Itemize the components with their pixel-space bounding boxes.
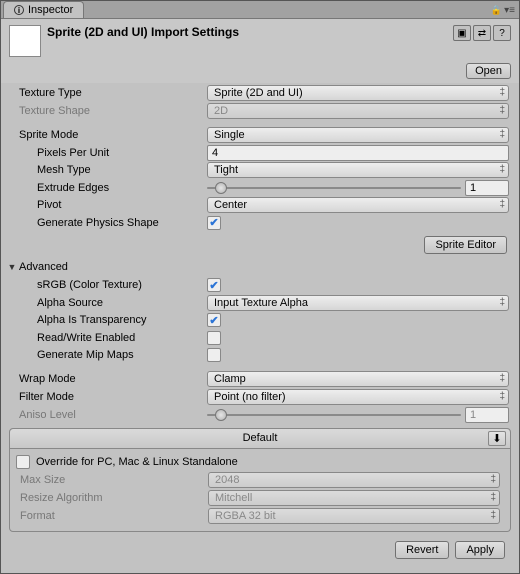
aniso-field: 1 — [465, 407, 509, 423]
header-help-icon[interactable]: ? — [493, 25, 511, 41]
advanced-foldout[interactable]: ▼ Advanced — [7, 261, 68, 273]
asset-title: Sprite (2D and UI) Import Settings — [47, 25, 447, 39]
alpha-transparency-label: Alpha Is Transparency — [7, 314, 207, 326]
chevron-down-icon: ▼ — [7, 262, 17, 272]
maxsize-label: Max Size — [16, 474, 208, 486]
wrap-mode-dropdown[interactable]: Clamp — [207, 371, 509, 387]
tab-menu-icon[interactable]: ▾≡ — [504, 5, 515, 16]
download-icon[interactable]: ⬇ — [488, 431, 506, 446]
advanced-label: Advanced — [19, 261, 68, 273]
tabbar-actions: 🔒 ▾≡ — [491, 1, 515, 19]
format-label: Format — [16, 510, 208, 522]
inspector-window: i Inspector 🔒 ▾≡ Sprite (2D and UI) Impo… — [0, 0, 520, 574]
platform-tabs: Default ⬇ — [10, 429, 510, 449]
tab-bar: i Inspector 🔒 ▾≡ — [1, 1, 519, 19]
texture-shape-dropdown: 2D — [207, 103, 509, 119]
tab-label: Inspector — [28, 4, 73, 16]
wrap-mode-label: Wrap Mode — [7, 373, 207, 385]
platform-box: Default ⬇ Override for PC, Mac & Linux S… — [9, 428, 511, 532]
apply-button[interactable]: Apply — [455, 541, 505, 559]
asset-thumbnail — [9, 25, 41, 57]
header-prefab-icon[interactable]: ⇄ — [473, 25, 491, 41]
override-label: Override for PC, Mac & Linux Standalone — [36, 456, 238, 468]
header-icon-group: ▣ ⇄ ? — [453, 25, 511, 41]
pivot-label: Pivot — [7, 199, 207, 211]
pixels-per-unit-label: Pixels Per Unit — [7, 147, 207, 159]
srgb-checkbox[interactable]: ✔ — [207, 278, 221, 292]
readwrite-checkbox[interactable] — [207, 331, 221, 345]
extrude-edges-field[interactable]: 1 — [465, 180, 509, 196]
mipmap-checkbox[interactable] — [207, 348, 221, 362]
aniso-label: Aniso Level — [7, 409, 207, 421]
tab-inspector[interactable]: i Inspector — [3, 1, 84, 18]
filter-mode-dropdown[interactable]: Point (no filter) — [207, 389, 509, 405]
open-row: Open — [1, 61, 519, 83]
extrude-edges-slider[interactable] — [207, 180, 461, 196]
footer: Revert Apply — [7, 533, 513, 567]
open-button[interactable]: Open — [466, 63, 511, 79]
platform-tab-default[interactable]: Default — [243, 432, 278, 444]
generate-physics-checkbox[interactable]: ✔ — [207, 216, 221, 230]
maxsize-dropdown: 2048 — [208, 472, 500, 488]
readwrite-label: Read/Write Enabled — [7, 332, 207, 344]
alpha-transparency-checkbox[interactable]: ✔ — [207, 313, 221, 327]
info-icon: i — [14, 5, 24, 15]
generate-physics-label: Generate Physics Shape — [7, 217, 207, 229]
extrude-edges-label: Extrude Edges — [7, 182, 207, 194]
asset-header: Sprite (2D and UI) Import Settings ▣ ⇄ ? — [1, 19, 519, 61]
mesh-type-label: Mesh Type — [7, 164, 207, 176]
lock-icon[interactable]: 🔒 — [491, 5, 502, 16]
texture-type-dropdown[interactable]: Sprite (2D and UI) — [207, 85, 509, 101]
filter-mode-label: Filter Mode — [7, 391, 207, 403]
pixels-per-unit-field[interactable]: 4 — [207, 145, 509, 161]
aniso-slider — [207, 407, 461, 423]
alpha-source-dropdown[interactable]: Input Texture Alpha — [207, 295, 509, 311]
sprite-mode-label: Sprite Mode — [7, 129, 207, 141]
resize-dropdown: Mitchell — [208, 490, 500, 506]
resize-label: Resize Algorithm — [16, 492, 208, 504]
sprite-mode-dropdown[interactable]: Single — [207, 127, 509, 143]
mipmap-label: Generate Mip Maps — [7, 349, 207, 361]
mesh-type-dropdown[interactable]: Tight — [207, 162, 509, 178]
sprite-editor-button[interactable]: Sprite Editor — [424, 236, 507, 254]
format-dropdown: RGBA 32 bit — [208, 508, 500, 524]
srgb-label: sRGB (Color Texture) — [7, 279, 207, 291]
alpha-source-label: Alpha Source — [7, 297, 207, 309]
texture-shape-label: Texture Shape — [7, 105, 207, 117]
pivot-dropdown[interactable]: Center — [207, 197, 509, 213]
override-checkbox[interactable] — [16, 455, 30, 469]
body: Texture Type Sprite (2D and UI) Texture … — [1, 83, 519, 573]
revert-button[interactable]: Revert — [395, 541, 449, 559]
texture-type-label: Texture Type — [7, 87, 207, 99]
header-assetbundle-icon[interactable]: ▣ — [453, 25, 471, 41]
